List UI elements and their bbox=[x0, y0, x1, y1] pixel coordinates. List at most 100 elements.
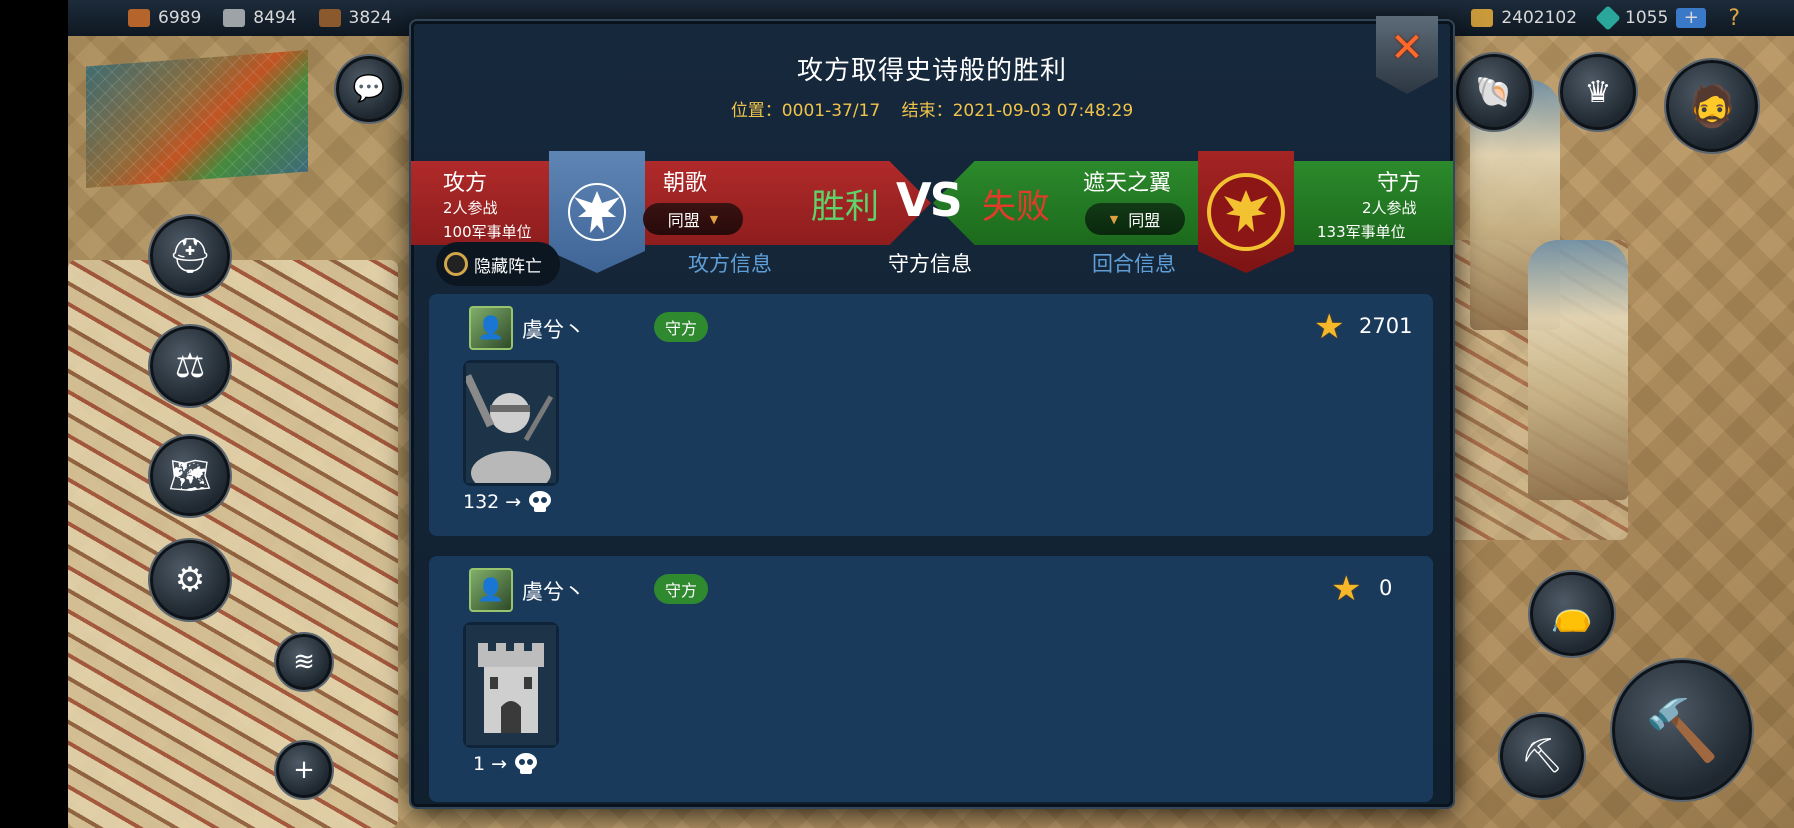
event-button[interactable]: 🐚 bbox=[1456, 54, 1532, 130]
minimap[interactable] bbox=[86, 50, 308, 188]
military-button[interactable]: ⛑ bbox=[150, 216, 230, 296]
gold-eagle-icon bbox=[1207, 173, 1285, 251]
tab-defender-info[interactable]: 守方信息 bbox=[888, 248, 972, 278]
hammer-icon: 🔨 bbox=[1644, 695, 1720, 766]
lumber-icon bbox=[318, 9, 341, 27]
player-avatar[interactable]: 👤 bbox=[469, 306, 513, 350]
dialog-title: 攻方取得史诗般的胜利 bbox=[796, 56, 1067, 86]
battle-end-time: 结束：2021-09-03 07:48:29 bbox=[901, 101, 1134, 121]
statue bbox=[1528, 240, 1628, 500]
resource-value: 6989 bbox=[158, 8, 202, 28]
battle-location: 位置：0001-37/17 bbox=[730, 101, 881, 121]
player-avatar[interactable]: 👤 bbox=[469, 568, 513, 612]
helmet-icon: ⛑ bbox=[168, 236, 212, 276]
resource-lumber: 3824 bbox=[318, 8, 392, 28]
player-entry: 👤 虞兮丶 守方 ★ 2701 132 → bbox=[429, 294, 1433, 536]
star-icon: ★ bbox=[1314, 307, 1345, 347]
tab-round-info[interactable]: 回合信息 bbox=[1092, 248, 1176, 278]
alliance-label: 同盟 bbox=[1128, 211, 1161, 230]
role-badge: 守方 bbox=[654, 574, 708, 604]
vs-label: VS bbox=[896, 173, 963, 227]
chat-button[interactable]: 💬 bbox=[336, 56, 402, 122]
chevron-down-icon: ▼ bbox=[709, 212, 719, 226]
player-score: 0 bbox=[1379, 576, 1393, 600]
player-entry: 👤 虞兮丶 守方 ★ 0 1 → bbox=[429, 556, 1433, 802]
city-buildings bbox=[68, 260, 398, 828]
loss-count: 1 → bbox=[473, 753, 508, 775]
battle-report-dialog: 攻方取得史诗般的胜利 位置：0001-37/17 结束：2021-09-03 0… bbox=[411, 16, 1453, 807]
attacker-participants: 2人参战 bbox=[443, 199, 498, 217]
defender-name: 遮天之翼 bbox=[1083, 171, 1172, 196]
add-button[interactable]: + bbox=[276, 742, 332, 798]
unit-card[interactable] bbox=[463, 622, 559, 748]
diplomacy-button[interactable]: ⚖ bbox=[150, 326, 230, 406]
avatar-icon: 👤 bbox=[477, 577, 505, 603]
resource-button[interactable]: 👝 bbox=[1530, 572, 1614, 656]
plus-icon: + bbox=[293, 755, 315, 785]
shovel-icon: ⛏ bbox=[1520, 736, 1564, 776]
wood-icon bbox=[128, 9, 150, 27]
resource-value: 8494 bbox=[253, 8, 297, 28]
advisor-portrait[interactable]: 🧔 bbox=[1666, 60, 1758, 152]
attacker-side-label: 攻方 bbox=[443, 171, 488, 196]
defender-participants: 2人参战 bbox=[1362, 199, 1417, 217]
resource-value: 2402102 bbox=[1501, 8, 1578, 28]
help-icon[interactable]: ? bbox=[1728, 6, 1740, 31]
defender-side-label: 守方 bbox=[1377, 171, 1422, 196]
star-icon: ★ bbox=[1331, 569, 1362, 609]
soldier-icon bbox=[466, 363, 556, 483]
stone-icon bbox=[223, 9, 246, 27]
settings-button[interactable]: ⚙ bbox=[150, 540, 230, 620]
gem-icon bbox=[1595, 5, 1621, 31]
defender-result: 失败 bbox=[982, 187, 1050, 227]
resource-wood: 6989 bbox=[128, 8, 201, 28]
attacker-units: 100军事单位 bbox=[443, 223, 532, 241]
alliance-label: 同盟 bbox=[667, 211, 700, 230]
player-name: 虞兮丶 bbox=[522, 580, 585, 604]
player-name: 虞兮丶 bbox=[522, 318, 585, 342]
shell-icon: 🐚 bbox=[1475, 74, 1513, 110]
defender-units: 133军事单位 bbox=[1317, 223, 1406, 241]
skull-icon bbox=[529, 491, 552, 512]
skull-icon bbox=[515, 753, 538, 774]
toggle-circle-icon bbox=[444, 252, 468, 276]
attacker-alliance-dropdown[interactable]: 同盟 ▼ bbox=[643, 203, 743, 235]
unit-card[interactable] bbox=[463, 360, 559, 486]
crown-icon: ♛ bbox=[1584, 74, 1612, 110]
build-button[interactable]: 🔨 bbox=[1612, 660, 1752, 800]
tower-icon bbox=[466, 625, 556, 745]
gears-icon: ⚙ bbox=[174, 560, 206, 600]
crown-button[interactable]: ♛ bbox=[1560, 54, 1636, 130]
role-badge: 守方 bbox=[654, 312, 708, 342]
player-score: 2701 bbox=[1359, 314, 1413, 338]
advisor-icon: 🧔 bbox=[1687, 83, 1737, 130]
toggle-label: 隐藏阵亡 bbox=[474, 256, 542, 277]
add-gems-button[interactable]: + bbox=[1676, 8, 1707, 28]
scales-icon: ⚖ bbox=[174, 346, 206, 386]
resource-value: 1055 bbox=[1625, 8, 1669, 28]
resource-gold: 2402102 bbox=[1471, 8, 1577, 28]
dig-button[interactable]: ⛏ bbox=[1500, 714, 1584, 798]
tab-attacker-info[interactable]: 攻方信息 bbox=[688, 248, 772, 278]
gold-icon bbox=[1471, 9, 1494, 27]
unit-loss: 132 → bbox=[463, 490, 553, 514]
battle-meta: 位置：0001-37/17 结束：2021-09-03 07:48:29 bbox=[414, 96, 1450, 121]
resource-stone: 8494 bbox=[223, 8, 297, 28]
defender-shield bbox=[1198, 151, 1294, 273]
map-button[interactable]: 🗺 bbox=[150, 436, 230, 516]
sack-icon: 👝 bbox=[1550, 594, 1594, 634]
attacker-name: 朝歌 bbox=[663, 171, 708, 196]
map-icon: 🗺 bbox=[168, 456, 212, 496]
loss-count: 132 → bbox=[463, 491, 522, 513]
hide-dead-toggle[interactable]: 隐藏阵亡 bbox=[436, 242, 560, 286]
close-icon: ✕ bbox=[1390, 25, 1424, 71]
chevron-down-icon: ▼ bbox=[1109, 212, 1119, 226]
versus-banner: 攻方 2人参战 100军事单位 朝歌 同盟 ▼ 胜利 VS 失败 遮天之翼 ▼ … bbox=[411, 139, 1453, 273]
resource-gems: 1055 + bbox=[1595, 5, 1707, 31]
defender-alliance-dropdown[interactable]: ▼ 同盟 bbox=[1085, 203, 1185, 235]
resource-value: 3824 bbox=[348, 8, 392, 28]
attacker-shield bbox=[549, 151, 645, 273]
unit-loss: 1 → bbox=[473, 752, 539, 776]
attacker-result: 胜利 bbox=[811, 187, 879, 227]
layers-button[interactable]: ≋ bbox=[276, 634, 332, 690]
